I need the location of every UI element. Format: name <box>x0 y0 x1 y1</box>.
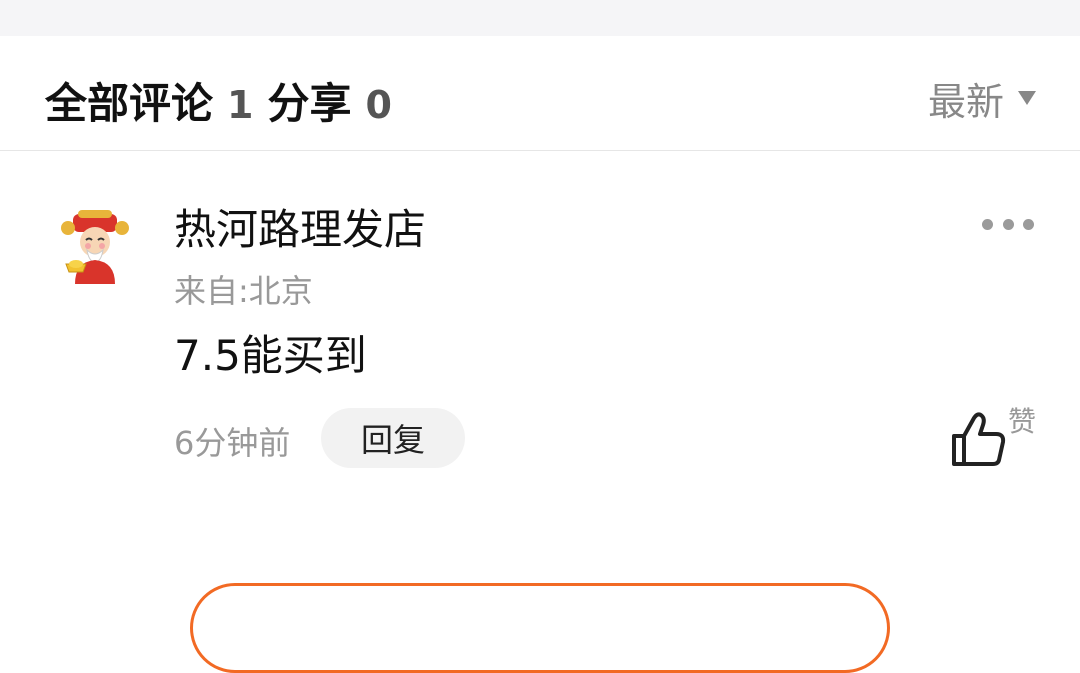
comment-text: 7.5能买到 <box>174 331 367 380</box>
comment-tabs: 全部评论 1 分享 0 <box>45 70 406 128</box>
sort-label: 最新 <box>927 79 1004 124</box>
comment-location: 来自:北京 <box>174 272 313 310</box>
top-spacer <box>0 0 1080 36</box>
dot <box>1023 219 1034 230</box>
avatar[interactable] <box>48 206 142 290</box>
comment-time: 6分钟前 <box>174 424 291 462</box>
like-button[interactable]: 赞 <box>946 400 1042 470</box>
more-dots-icon[interactable] <box>982 219 1034 231</box>
all-comments-count: 1 <box>227 83 254 127</box>
sort-dropdown[interactable]: 最新 <box>928 74 1036 124</box>
header-divider <box>0 150 1080 151</box>
thumbs-up-icon <box>952 412 1006 466</box>
like-label: 赞 <box>1008 405 1037 438</box>
dot <box>982 219 993 230</box>
tab-all-comments[interactable]: 全部评论 <box>45 70 213 131</box>
shares-count: 0 <box>365 83 392 127</box>
reply-button[interactable]: 回复 <box>321 408 465 468</box>
bottom-action-button[interactable] <box>190 583 890 673</box>
comment-author[interactable]: 热河路理发店 <box>174 196 426 257</box>
caret-down-icon <box>1018 91 1036 105</box>
comments-header: 全部评论 1 分享 0 最新 <box>0 36 1080 150</box>
dot <box>1002 219 1014 230</box>
tab-shares[interactable]: 分享 <box>267 70 351 131</box>
